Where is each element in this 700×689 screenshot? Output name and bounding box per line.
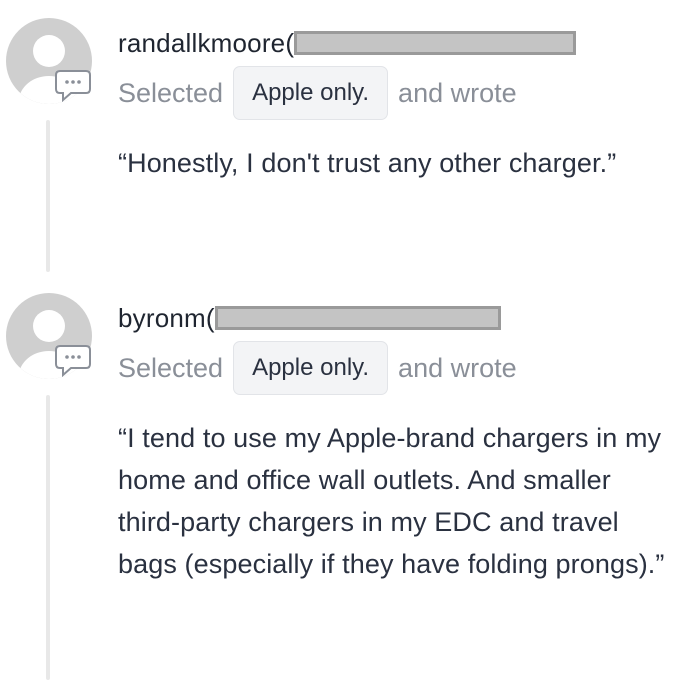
username-row: byronm( [118, 302, 501, 334]
selected-suffix: and wrote [398, 77, 517, 108]
comment-quote: “Honestly, I don't trust any other charg… [118, 148, 617, 178]
redacted-email [214, 306, 501, 330]
selection-row: Selected Apple only. and wrote [118, 66, 517, 120]
thread-line [46, 395, 50, 680]
username[interactable]: randallkmoore( [118, 28, 294, 59]
comment-bubble-icon [55, 345, 91, 377]
selected-prefix: Selected [118, 352, 224, 383]
username-row: randallkmoore( [118, 27, 577, 59]
choice-badge: Apple only. [233, 66, 389, 120]
comment-bubble-icon [55, 70, 91, 102]
comment-entry: randallkmoore( Selected Apple only. and … [0, 0, 700, 275]
selected-prefix: Selected [118, 77, 224, 108]
choice-badge: Apple only. [233, 341, 389, 395]
selected-suffix: and wrote [398, 352, 517, 383]
selection-row: Selected Apple only. and wrote [118, 341, 517, 395]
thread-line [46, 120, 50, 272]
comment-entry: byronm( Selected Apple only. and wrote “… [0, 275, 700, 689]
username[interactable]: byronm( [118, 303, 215, 334]
comment-quote: “I tend to use my Apple-brand chargers i… [118, 423, 665, 579]
redacted-email [294, 31, 577, 55]
